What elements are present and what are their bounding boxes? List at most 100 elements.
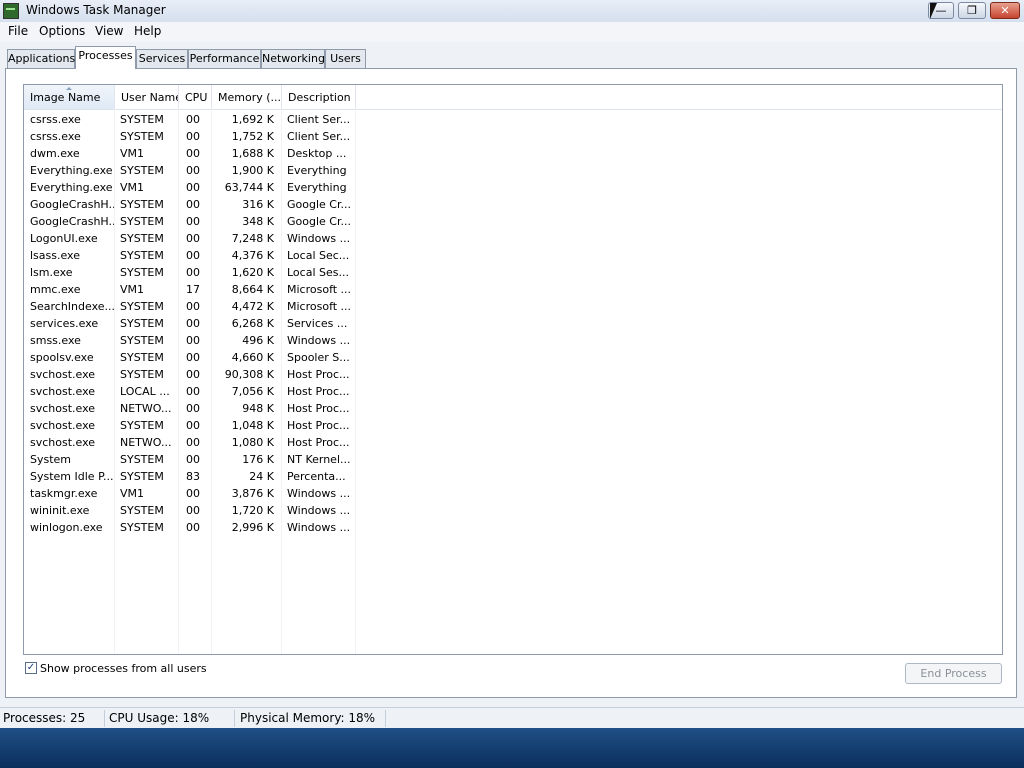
process-cpu: 00 xyxy=(186,300,200,313)
menu-file[interactable]: File xyxy=(8,24,28,38)
process-cpu: 00 xyxy=(186,351,200,364)
process-description: Microsoft ... xyxy=(287,283,352,296)
process-row[interactable]: taskmgr.exe VM1 00 3,876 K Windows ... xyxy=(24,485,1002,502)
tab-applications[interactable]: Applications xyxy=(7,49,75,68)
process-row[interactable]: LogonUI.exe SYSTEM 00 7,248 K Windows ... xyxy=(24,230,1002,247)
close-icon: ✕ xyxy=(1000,4,1010,17)
process-row[interactable]: System SYSTEM 00 176 K NT Kernel... xyxy=(24,451,1002,468)
process-description: Client Ser... xyxy=(287,113,351,126)
tab-users[interactable]: Users xyxy=(325,49,366,68)
process-cpu: 17 xyxy=(186,283,200,296)
process-row[interactable]: lsass.exe SYSTEM 00 4,376 K Local Sec... xyxy=(24,247,1002,264)
process-image-name: spoolsv.exe xyxy=(30,351,94,364)
process-user-name: SYSTEM xyxy=(120,164,164,177)
process-row[interactable]: svchost.exe LOCAL ... 00 7,056 K Host Proc..… xyxy=(24,383,1002,400)
process-description: Host Proc... xyxy=(287,402,350,415)
process-row[interactable]: Everything.exe VM1 00 63,744 K Everything xyxy=(24,179,1002,196)
process-row[interactable]: services.exe SYSTEM 00 6,268 K Services ... xyxy=(24,315,1002,332)
process-image-name: System Idle P... xyxy=(30,470,114,483)
process-description: Google Cr... xyxy=(287,215,351,228)
process-memory: 90,308 K xyxy=(224,368,274,381)
process-image-name: svchost.exe xyxy=(30,402,96,415)
process-row[interactable]: svchost.exe NETWO... 00 948 K Host Proc... xyxy=(24,400,1002,417)
title-bar: Windows Task Manager — ❐ ✕ xyxy=(0,0,1024,23)
restore-button[interactable]: ❐ xyxy=(958,2,986,19)
process-memory: 1,048 K xyxy=(231,419,274,432)
process-row[interactable]: GoogleCrashH... SYSTEM 00 348 K Google Cr... xyxy=(24,213,1002,230)
process-image-name: lsass.exe xyxy=(30,249,80,262)
process-memory: 7,056 K xyxy=(231,385,274,398)
process-memory: 2,996 K xyxy=(231,521,274,534)
process-image-name: LogonUI.exe xyxy=(30,232,98,245)
process-description: Everything xyxy=(287,181,347,194)
process-description: Local Sec... xyxy=(287,249,350,262)
menu-options[interactable]: Options xyxy=(39,24,85,38)
process-user-name: SYSTEM xyxy=(120,453,164,466)
process-row[interactable]: dwm.exe VM1 00 1,688 K Desktop ... xyxy=(24,145,1002,162)
column-header-image-name[interactable]: Image Name xyxy=(24,85,115,109)
process-user-name: SYSTEM xyxy=(120,249,164,262)
menu-help[interactable]: Help xyxy=(134,24,161,38)
process-row[interactable]: csrss.exe SYSTEM 00 1,692 K Client Ser... xyxy=(24,111,1002,128)
process-memory: 1,688 K xyxy=(231,147,274,160)
process-cpu: 00 xyxy=(186,130,200,143)
process-image-name: winlogon.exe xyxy=(30,521,103,534)
process-description: NT Kernel... xyxy=(287,453,351,466)
process-image-name: wininit.exe xyxy=(30,504,90,517)
process-row[interactable]: System Idle P... SYSTEM 83 24 K Percenta... xyxy=(24,468,1002,485)
process-description: Percenta... xyxy=(287,470,346,483)
process-memory: 4,472 K xyxy=(231,300,274,313)
process-description: Microsoft ... xyxy=(287,300,352,313)
tab-networking[interactable]: Networking xyxy=(261,49,325,68)
process-description: Host Proc... xyxy=(287,385,350,398)
process-user-name: SYSTEM xyxy=(120,113,164,126)
column-header-cpu[interactable]: CPU xyxy=(179,85,212,109)
column-header-description[interactable]: Description xyxy=(282,85,356,109)
process-user-name: SYSTEM xyxy=(120,504,164,517)
process-cpu: 00 xyxy=(186,266,200,279)
process-row[interactable]: mmc.exe VM1 17 8,664 K Microsoft ... xyxy=(24,281,1002,298)
menu-view[interactable]: View xyxy=(95,24,123,38)
process-row[interactable]: svchost.exe NETWO... 00 1,080 K Host Proc... xyxy=(24,434,1002,451)
column-header-memory[interactable]: Memory (... xyxy=(212,85,282,109)
process-memory: 4,660 K xyxy=(231,351,274,364)
status-physical-memory: Physical Memory: 18% xyxy=(240,711,376,725)
process-row[interactable]: SearchIndexe... SYSTEM 00 4,472 K Microsoft … xyxy=(24,298,1002,315)
process-row[interactable]: GoogleCrashH... SYSTEM 00 316 K Google Cr... xyxy=(24,196,1002,213)
tab-processes[interactable]: Processes xyxy=(75,46,136,69)
process-description: Host Proc... xyxy=(287,419,350,432)
process-row[interactable]: winlogon.exe SYSTEM 00 2,996 K Windows ... xyxy=(24,519,1002,536)
process-cpu: 00 xyxy=(186,113,200,126)
status-bar: Processes: 25 CPU Usage: 18% Physical Me… xyxy=(0,707,1024,729)
process-cpu: 00 xyxy=(186,215,200,228)
show-all-users-label[interactable]: Show processes from all users xyxy=(40,662,207,675)
process-row[interactable]: csrss.exe SYSTEM 00 1,752 K Client Ser... xyxy=(24,128,1002,145)
show-all-users-checkbox[interactable]: ✓ xyxy=(25,662,37,674)
process-image-name: Everything.exe xyxy=(30,181,113,194)
process-row[interactable]: smss.exe SYSTEM 00 496 K Windows ... xyxy=(24,332,1002,349)
process-cpu: 00 xyxy=(186,521,200,534)
taskbar xyxy=(0,728,1024,768)
close-button[interactable]: ✕ xyxy=(990,2,1020,19)
tab-services[interactable]: Services xyxy=(136,49,188,68)
process-user-name: SYSTEM xyxy=(120,266,164,279)
process-memory: 24 K xyxy=(249,470,274,483)
process-description: Windows ... xyxy=(287,521,351,534)
process-user-name: SYSTEM xyxy=(120,334,164,347)
tab-performance[interactable]: Performance xyxy=(188,49,261,68)
process-cpu: 00 xyxy=(186,249,200,262)
process-description: Services ... xyxy=(287,317,348,330)
process-row[interactable]: spoolsv.exe SYSTEM 00 4,660 K Spooler S... xyxy=(24,349,1002,366)
restore-icon: ❐ xyxy=(967,4,977,17)
process-row[interactable]: Everything.exe SYSTEM 00 1,900 K Everything xyxy=(24,162,1002,179)
process-row[interactable]: lsm.exe SYSTEM 00 1,620 K Local Ses... xyxy=(24,264,1002,281)
process-list[interactable]: Image Name User Name CPU Memory (... Des… xyxy=(23,84,1003,655)
process-row[interactable]: svchost.exe SYSTEM 00 90,308 K Host Proc... xyxy=(24,366,1002,383)
column-header-user-name[interactable]: User Name xyxy=(115,85,179,109)
process-description: Spooler S... xyxy=(287,351,350,364)
process-row[interactable]: svchost.exe SYSTEM 00 1,048 K Host Proc... xyxy=(24,417,1002,434)
end-process-button[interactable]: End Process xyxy=(905,663,1002,684)
process-image-name: svchost.exe xyxy=(30,436,96,449)
process-memory: 3,876 K xyxy=(231,487,274,500)
process-row[interactable]: wininit.exe SYSTEM 00 1,720 K Windows ... xyxy=(24,502,1002,519)
